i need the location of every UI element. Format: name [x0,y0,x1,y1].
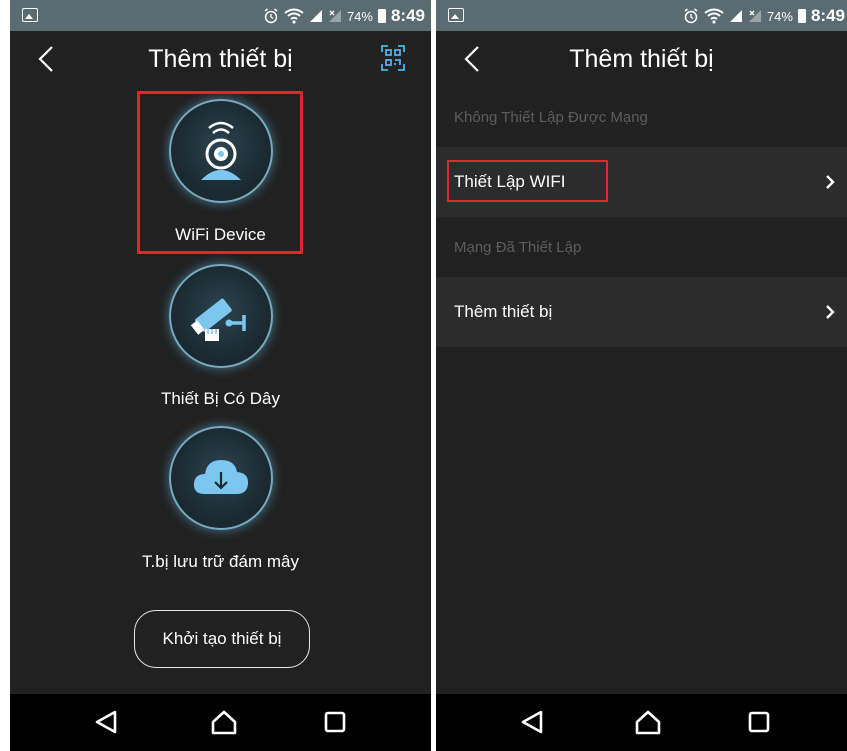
chevron-right-icon [826,305,835,319]
highlight-wifi-setup [447,160,608,202]
section-header-no-network: Không Thiết Lập Được Mạng [454,108,648,126]
wired-device-option[interactable]: Thiết Bị Có Dây [10,258,431,418]
cloud-storage-option[interactable]: T.bị lưu trữ đám mây [10,420,431,580]
wired-camera-icon [190,298,246,341]
image-notification-icon [448,8,464,22]
battery-percent: 74% [766,8,793,24]
nav-bar [10,694,431,751]
back-triangle-icon[interactable] [94,709,118,735]
right-screen: 74% 8:49 Thêm thiết bị Không Thiết Lập Đ… [436,0,847,751]
signal-icon [729,10,742,22]
init-device-button[interactable]: Khởi tạo thiết bị [134,610,310,668]
nav-bar [436,694,847,751]
add-device-row[interactable]: Thêm thiết bị [436,277,847,347]
battery-icon [377,9,386,23]
alarm-icon [264,8,278,24]
highlight-wifi-device [137,91,303,254]
status-time: 8:49 [390,6,425,25]
title-bar: Thêm thiết bị [436,31,847,87]
no-signal-icon [328,10,341,22]
chevron-right-icon [826,175,835,189]
image-notification-icon [22,8,38,22]
page-title: Thêm thiết bị [148,45,293,73]
cloud-storage-circle [168,426,273,530]
wired-device-circle [168,264,273,368]
back-triangle-icon[interactable] [520,709,544,735]
cloud-download-icon [193,460,248,494]
cloud-storage-label: T.bị lưu trữ đám mây [142,552,299,571]
wired-device-label: Thiết Bị Có Dây [160,389,281,408]
add-device-label: Thêm thiết bị [454,302,553,321]
home-icon[interactable] [634,709,662,735]
section-header-network-set: Mạng Đã Thiết Lập [454,238,582,256]
recents-icon[interactable] [748,711,770,733]
no-signal-icon [748,10,761,22]
wifi-icon [284,8,304,24]
left-screen: 74% 8:49 Thêm thiết bị WiFi Device Thiết… [10,0,431,751]
alarm-icon [684,8,698,24]
status-time: 8:49 [810,6,845,25]
qr-scan-icon[interactable] [381,45,405,71]
battery-icon [797,9,806,23]
home-icon[interactable] [210,709,238,735]
signal-icon [309,10,322,22]
wifi-icon [704,8,724,24]
recents-icon[interactable] [324,711,346,733]
battery-percent: 74% [346,8,373,24]
page-title: Thêm thiết bị [569,45,714,73]
status-bar: 74% 8:49 [10,0,431,31]
title-bar: Thêm thiết bị [10,31,431,87]
status-bar: 74% 8:49 [436,0,847,31]
